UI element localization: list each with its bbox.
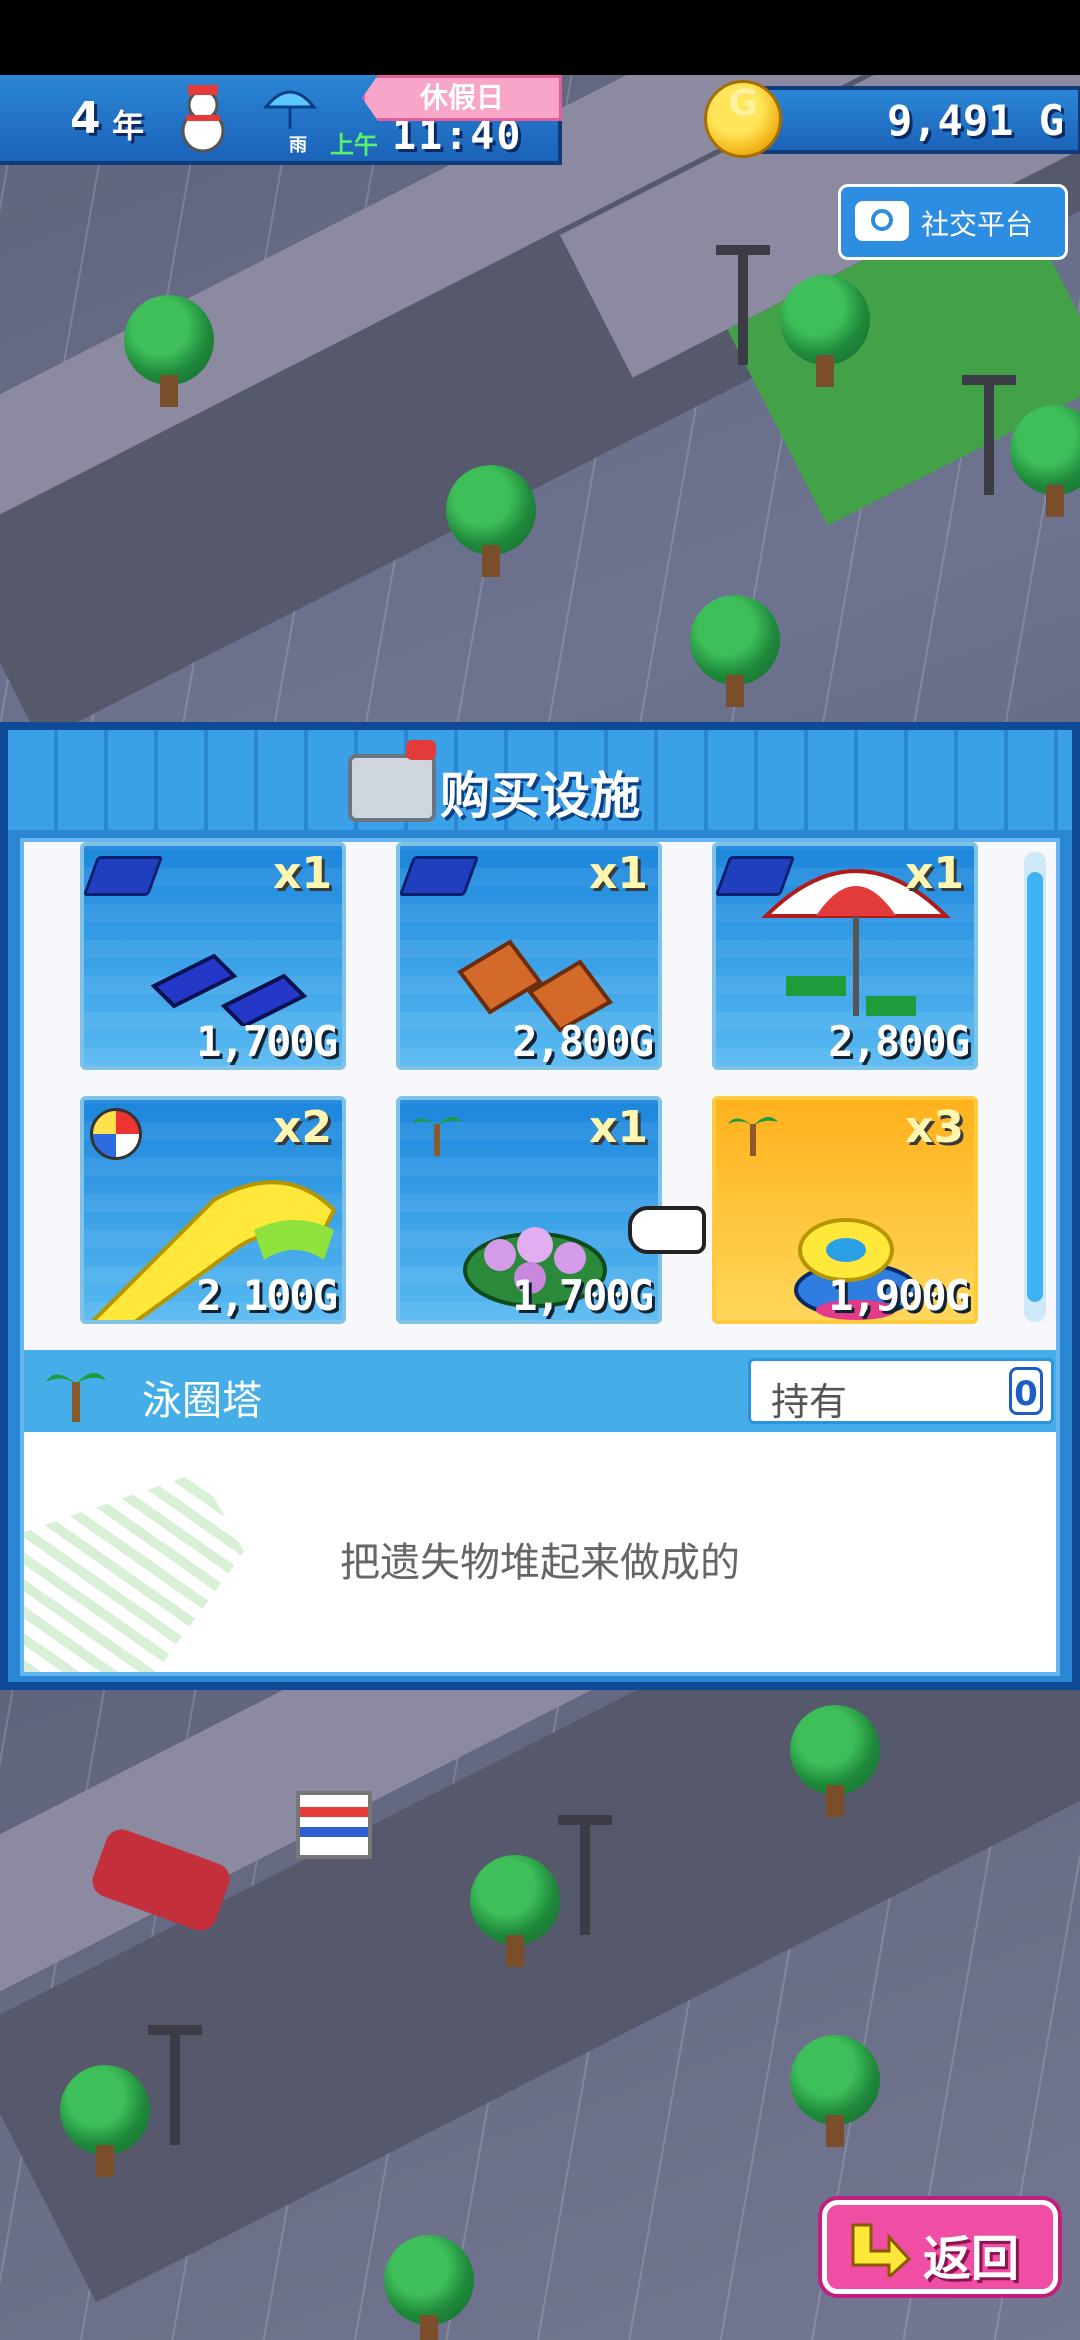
tree bbox=[690, 595, 780, 707]
holiday-badge: 休假日 bbox=[362, 75, 562, 121]
dialog-title: 购买设施 bbox=[440, 767, 640, 825]
item-quantity: x1 bbox=[905, 848, 964, 899]
palm-tree-icon bbox=[46, 1372, 106, 1422]
tree bbox=[446, 465, 536, 577]
weather-label: 雨 bbox=[289, 135, 307, 156]
back-label: 返回 bbox=[923, 2231, 1020, 2287]
snowman-icon bbox=[181, 85, 225, 153]
dialog-header: 购买设施 bbox=[8, 730, 1072, 830]
item-price: 1,700G bbox=[512, 1271, 654, 1320]
item-quantity: x1 bbox=[273, 848, 332, 899]
item-price: 2,100G bbox=[196, 1271, 338, 1320]
item-description-area: 把遗失物堆起来做成的 bbox=[24, 1432, 1056, 1672]
ampm-label: 上午 bbox=[330, 131, 378, 159]
street-lamp bbox=[962, 375, 1016, 495]
wooden-chairs-art bbox=[457, 939, 613, 1032]
tree bbox=[384, 2235, 474, 2340]
status-bar bbox=[0, 0, 1080, 75]
tree bbox=[790, 2035, 880, 2147]
owned-label: 持有 bbox=[771, 1380, 848, 1424]
grid-scrollbar[interactable] bbox=[1024, 852, 1046, 1322]
year-unit: 年 bbox=[112, 107, 145, 145]
back-button[interactable]: 返回 bbox=[822, 2200, 1058, 2294]
tree bbox=[124, 295, 214, 407]
item-price: 1,700G bbox=[196, 1017, 338, 1066]
item-quantity: x2 bbox=[273, 1102, 332, 1153]
selected-item-bar: 泳圈塔 持有 0 bbox=[24, 1350, 1056, 1432]
social-platform-label: 社交平台 bbox=[921, 208, 1034, 241]
money-panel: 9,491 G bbox=[740, 86, 1080, 154]
shop-icon bbox=[348, 740, 436, 822]
item-price: 2,800G bbox=[828, 1017, 970, 1066]
street-lamp bbox=[558, 1815, 612, 1935]
facility-item-float-tower[interactable]: x3 1,900G bbox=[712, 1096, 978, 1324]
palm-tree-icon bbox=[412, 1116, 462, 1156]
beach-chair-icon bbox=[400, 856, 480, 896]
scrollbar-thumb[interactable] bbox=[1027, 872, 1043, 1302]
pointing-hand-icon bbox=[628, 1206, 706, 1254]
tree bbox=[60, 2065, 150, 2177]
money-value: 9,491 G bbox=[886, 96, 1064, 145]
beach-chair-icon bbox=[84, 856, 164, 896]
item-price: 2,800G bbox=[512, 1017, 654, 1066]
item-quantity: x3 bbox=[905, 1102, 964, 1153]
blue-beach-chairs-art bbox=[150, 953, 308, 1026]
street-lamp bbox=[148, 2025, 202, 2145]
umbrella-icon bbox=[262, 90, 318, 129]
facility-item-flower-bed[interactable]: x1 1,700G bbox=[396, 1096, 662, 1324]
coin-symbol: G bbox=[728, 83, 758, 124]
owned-count: 0 bbox=[1009, 1367, 1043, 1415]
shop-sign bbox=[296, 1791, 372, 1859]
item-price: 1,900G bbox=[828, 1271, 970, 1320]
social-platform-button[interactable]: 社交平台 bbox=[838, 184, 1068, 260]
dialog-body: x1 1,700G x1 2,800G x1 2,800G x2 2,100G … bbox=[20, 838, 1060, 1676]
back-arrow-icon bbox=[851, 2223, 911, 2277]
item-quantity: x1 bbox=[589, 1102, 648, 1153]
year-value: 4 bbox=[70, 93, 101, 144]
tree bbox=[470, 1855, 560, 1967]
facility-item-wooden-chair[interactable]: x1 2,800G bbox=[396, 842, 662, 1070]
tree bbox=[780, 275, 870, 387]
item-quantity: x1 bbox=[589, 848, 648, 899]
tree bbox=[790, 1705, 880, 1817]
item-description: 把遗失物堆起来做成的 bbox=[340, 1540, 740, 1586]
facility-item-parasol[interactable]: x1 2,800G bbox=[712, 842, 978, 1070]
facility-item-beach-chair-blue[interactable]: x1 1,700G bbox=[80, 842, 346, 1070]
street-lamp bbox=[716, 245, 770, 365]
facility-grid[interactable]: x1 1,700G x1 2,800G x1 2,800G x2 2,100G … bbox=[24, 842, 1024, 1350]
camera-icon bbox=[855, 201, 909, 241]
purchase-facility-dialog: 购买设施 x1 1,700G x1 2,800G x1 2,800G x2 2,… bbox=[0, 722, 1080, 1690]
coin-icon: G bbox=[704, 80, 782, 158]
selected-item-name: 泳圈塔 bbox=[142, 1378, 262, 1424]
palm-tree-icon bbox=[728, 1116, 778, 1156]
facility-item-water-slide[interactable]: x2 2,100G bbox=[80, 1096, 346, 1324]
owned-count-box: 持有 0 bbox=[748, 1358, 1054, 1424]
